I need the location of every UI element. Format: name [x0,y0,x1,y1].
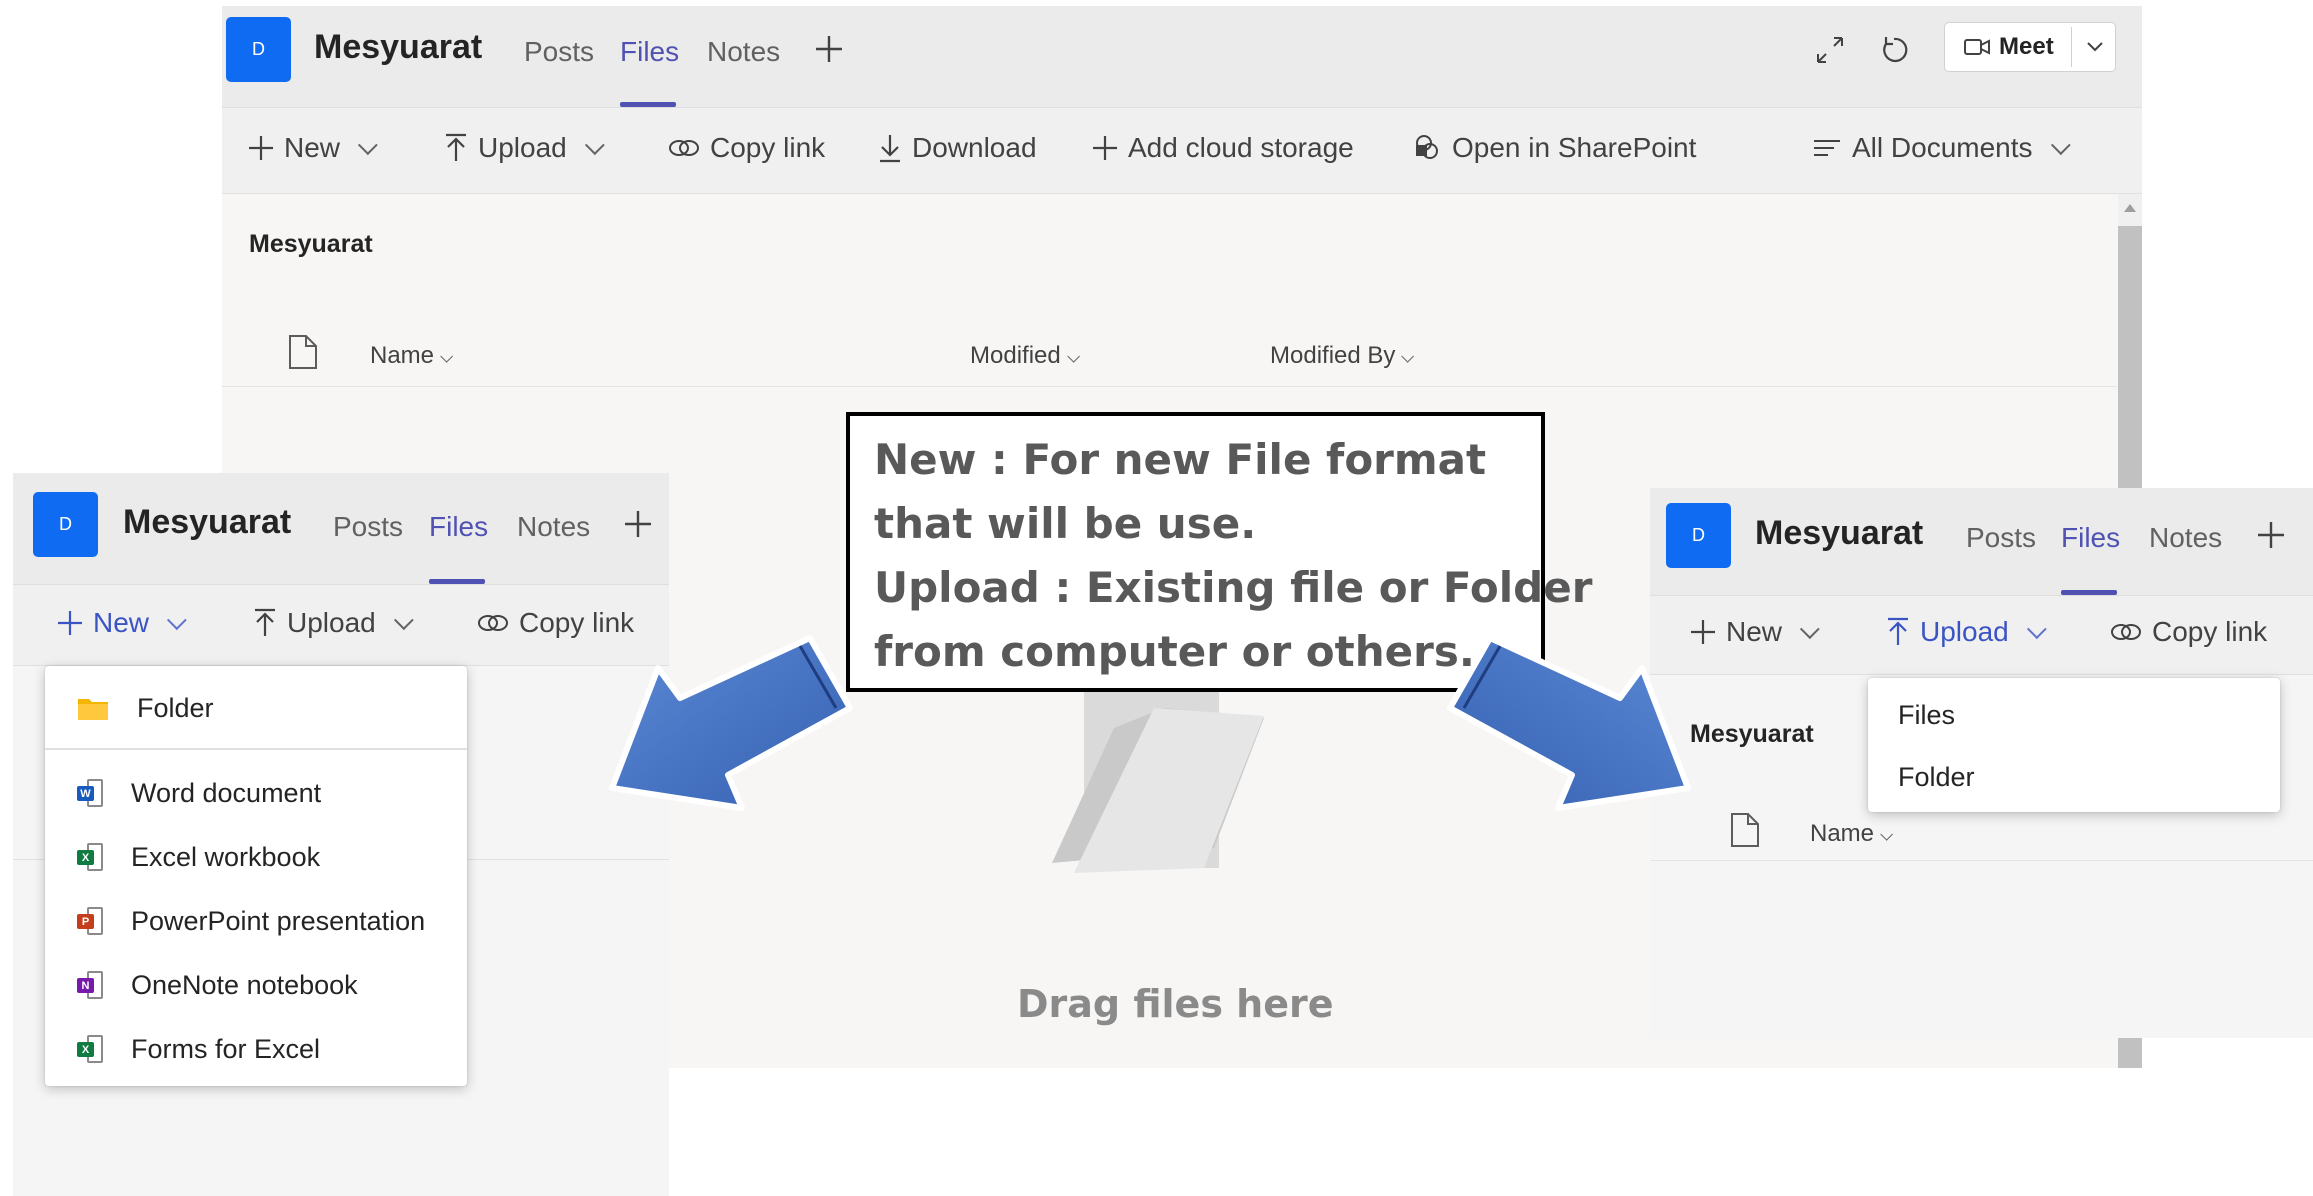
menu-item-powerpoint[interactable]: P PowerPoint presentation [45,893,467,949]
arrow-left-icon [609,635,853,811]
callout-line-3: Upload : Existing file or Folder [874,563,1593,612]
tab-files-underline [429,579,485,584]
all-documents-view[interactable]: All Documents [1812,132,2071,164]
word-icon: W [77,779,103,807]
column-modified-by[interactable]: Modified By [1270,342,1415,370]
upload-menu-panel: D Mesyuarat Posts Files Notes New Upload… [1650,488,2313,1038]
file-type-icon [288,334,318,370]
new-button[interactable]: New [1690,616,1820,648]
tab-files[interactable]: Files [620,36,679,68]
team-name: Mesyuarat [314,28,483,66]
tab-posts[interactable]: Posts [524,36,594,68]
team-avatar[interactable]: D [226,17,291,82]
new-dropdown-menu: Folder W Word document X Excel workbook … [45,666,467,1086]
tab-notes[interactable]: Notes [707,36,780,68]
new-button[interactable]: New [57,607,187,639]
tab-files-underline [620,102,676,107]
meet-button[interactable]: Meet [1944,22,2116,72]
new-menu-panel: D Mesyuarat Posts Files Notes New Upload… [13,473,669,1196]
menu-divider [45,748,467,750]
meet-dropdown-icon[interactable] [2086,41,2104,53]
powerpoint-icon: P [77,907,103,935]
main-header: D Mesyuarat Posts Files Notes Meet [222,6,2142,108]
tab-notes[interactable]: Notes [2149,522,2222,554]
expand-icon[interactable] [1814,34,1846,66]
excel-icon: X [77,843,103,871]
upload-dropdown-menu: Files Folder [1868,678,2280,812]
menu-item-folder[interactable]: Folder [45,680,467,736]
breadcrumb[interactable]: Mesyuarat [249,230,373,259]
tab-files[interactable]: Files [2061,522,2120,554]
add-tab-icon[interactable] [2256,520,2286,550]
sharepoint-icon [1416,135,1438,159]
plus-icon [1093,136,1117,160]
menu-item-folder[interactable]: Folder [1868,750,2280,804]
link-icon [478,615,508,631]
tab-notes[interactable]: Notes [517,511,590,543]
menu-item-word[interactable]: W Word document [45,765,467,821]
menu-item-onenote[interactable]: N OneNote notebook [45,957,467,1013]
upload-button[interactable]: Upload [253,607,414,639]
team-avatar[interactable]: D [1666,503,1731,568]
plus-icon [58,611,82,635]
breadcrumb[interactable]: Mesyuarat [1690,720,1814,749]
download-icon [880,135,900,163]
arrow-right-icon [1447,635,1691,811]
file-type-icon [1730,812,1760,848]
tab-files-underline [2061,590,2117,595]
tab-posts[interactable]: Posts [333,511,403,543]
menu-item-files[interactable]: Files [1868,688,2280,742]
column-name[interactable]: Name [370,342,454,370]
menu-item-excel[interactable]: X Excel workbook [45,829,467,885]
link-icon [2111,624,2141,640]
upload-button[interactable]: Upload [1886,616,2047,648]
plus-icon [249,136,273,160]
onenote-icon: N [77,971,103,999]
team-name: Mesyuarat [123,503,292,541]
view-lines-icon [1814,140,1840,156]
right-header: D Mesyuarat Posts Files Notes [1650,488,2313,596]
meet-label: Meet [1999,33,2054,60]
column-modified[interactable]: Modified [970,342,1080,370]
left-command-bar: New Upload Copy link [13,585,669,666]
upload-icon [1888,617,1908,645]
copy-link-button[interactable]: Copy link [668,132,825,164]
new-button[interactable]: New [248,132,378,164]
upload-icon [446,133,466,161]
column-header-row: Name Modified Modified By [222,296,2117,387]
column-name[interactable]: Name [1810,820,1894,848]
open-sharepoint-button[interactable]: Open in SharePoint [1412,132,1696,164]
copy-link-button[interactable]: Copy link [2110,616,2267,648]
link-icon [669,140,699,156]
menu-item-forms-excel[interactable]: X Forms for Excel [45,1021,467,1077]
refresh-icon[interactable] [1878,34,1910,66]
team-name: Mesyuarat [1755,514,1924,552]
main-command-bar: New Upload Copy link Download Add cloud … [222,108,2142,194]
drag-files-here-text: Drag files here [1017,982,1334,1026]
upload-icon [255,608,275,636]
folder-icon [77,695,109,721]
callout-line-1: New : For new File format [874,435,1487,484]
right-command-bar: New Upload Copy link [1650,596,2313,675]
forms-excel-icon: X [77,1035,103,1063]
tab-files[interactable]: Files [429,511,488,543]
add-cloud-storage-button[interactable]: Add cloud storage [1092,132,1354,164]
add-tab-icon[interactable] [814,34,844,64]
download-button[interactable]: Download [878,132,1037,164]
callout-line-2: that will be use. [874,499,1257,548]
video-call-icon [1963,36,1991,58]
team-avatar[interactable]: D [33,492,98,557]
upload-button[interactable]: Upload [444,132,605,164]
left-header: D Mesyuarat Posts Files Notes [13,473,669,585]
add-tab-icon[interactable] [623,509,653,539]
tab-posts[interactable]: Posts [1966,522,2036,554]
